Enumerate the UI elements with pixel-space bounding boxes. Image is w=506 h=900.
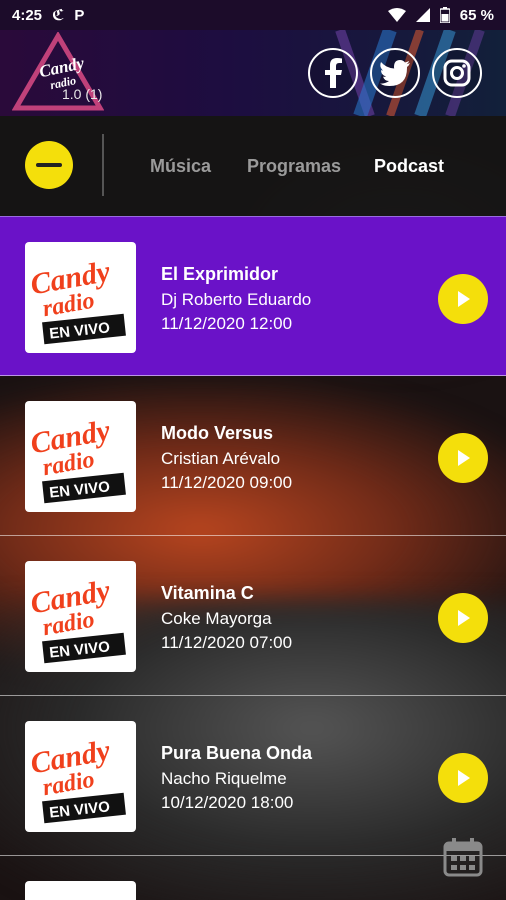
podcast-thumbnail: Candy radio EN VIVO bbox=[25, 561, 136, 672]
item-title: Vitamina C bbox=[161, 583, 254, 603]
social-links bbox=[308, 48, 482, 98]
play-button[interactable] bbox=[438, 753, 488, 803]
item-host: Nacho Riquelme bbox=[161, 769, 287, 788]
play-icon bbox=[458, 610, 470, 626]
claro-icon: ℭ bbox=[52, 7, 65, 24]
instagram-icon bbox=[443, 59, 471, 87]
play-button[interactable] bbox=[438, 593, 488, 643]
item-host: Coke Mayorga bbox=[161, 609, 272, 628]
battery-icon bbox=[439, 7, 450, 23]
calendar-icon[interactable] bbox=[442, 836, 484, 878]
app-header: Candy radio 1.0 (1) bbox=[0, 30, 506, 116]
divider bbox=[102, 134, 104, 196]
play-button[interactable] bbox=[438, 433, 488, 483]
item-host: Cristian Arévalo bbox=[161, 449, 281, 468]
facebook-button[interactable] bbox=[308, 48, 358, 98]
p-icon: P bbox=[74, 6, 85, 24]
list-item[interactable]: Candy radio EN VIVO Modo Versus Cristian… bbox=[0, 376, 506, 536]
play-icon bbox=[458, 450, 470, 466]
play-icon bbox=[458, 291, 470, 307]
instagram-button[interactable] bbox=[432, 48, 482, 98]
tab-podcast[interactable]: Podcast bbox=[374, 156, 444, 177]
item-title: El Exprimidor bbox=[161, 264, 279, 284]
item-host: Dj Roberto Eduardo bbox=[161, 290, 312, 309]
list-item[interactable] bbox=[0, 856, 506, 900]
signal-icon bbox=[415, 8, 430, 22]
list-item[interactable]: Candy radio EN VIVO Vitamina C Coke Mayo… bbox=[0, 536, 506, 696]
status-bar: 4:25 ℭ P 65 % bbox=[0, 0, 506, 30]
item-title: Pura Buena Onda bbox=[161, 743, 313, 763]
podcast-thumbnail: Candy radio EN VIVO bbox=[25, 721, 136, 832]
menu-button[interactable] bbox=[25, 141, 73, 189]
list-item[interactable]: Candy radio EN VIVO El Exprimidor Dj Rob… bbox=[0, 216, 506, 376]
item-title: Modo Versus bbox=[161, 423, 274, 443]
play-button[interactable] bbox=[438, 274, 488, 324]
status-time: 4:25 bbox=[12, 6, 43, 24]
podcast-list: Candy radio EN VIVO El Exprimidor Dj Rob… bbox=[0, 216, 506, 900]
podcast-thumbnail: Candy radio EN VIVO bbox=[25, 401, 136, 512]
minus-icon bbox=[36, 163, 62, 167]
battery-percent: 65 % bbox=[459, 6, 494, 24]
play-icon bbox=[458, 770, 470, 786]
item-date: 11/12/2020 09:00 bbox=[161, 473, 293, 492]
tab-bar: Música Programas Podcast bbox=[0, 116, 506, 216]
tab-musica[interactable]: Música bbox=[150, 156, 211, 177]
twitter-button[interactable] bbox=[370, 48, 420, 98]
app-version: 1.0 (1) bbox=[62, 86, 103, 102]
item-date: 11/12/2020 12:00 bbox=[161, 314, 293, 333]
item-date: 10/12/2020 18:00 bbox=[161, 793, 294, 812]
facebook-icon bbox=[325, 58, 342, 88]
twitter-icon bbox=[380, 60, 410, 86]
tab-programas[interactable]: Programas bbox=[247, 156, 341, 177]
podcast-thumbnail bbox=[25, 881, 136, 900]
podcast-thumbnail: Candy radio EN VIVO bbox=[25, 242, 136, 353]
wifi-icon bbox=[387, 8, 406, 22]
item-date: 11/12/2020 07:00 bbox=[161, 633, 293, 652]
list-item[interactable]: Candy radio EN VIVO Pura Buena Onda Nach… bbox=[0, 696, 506, 856]
